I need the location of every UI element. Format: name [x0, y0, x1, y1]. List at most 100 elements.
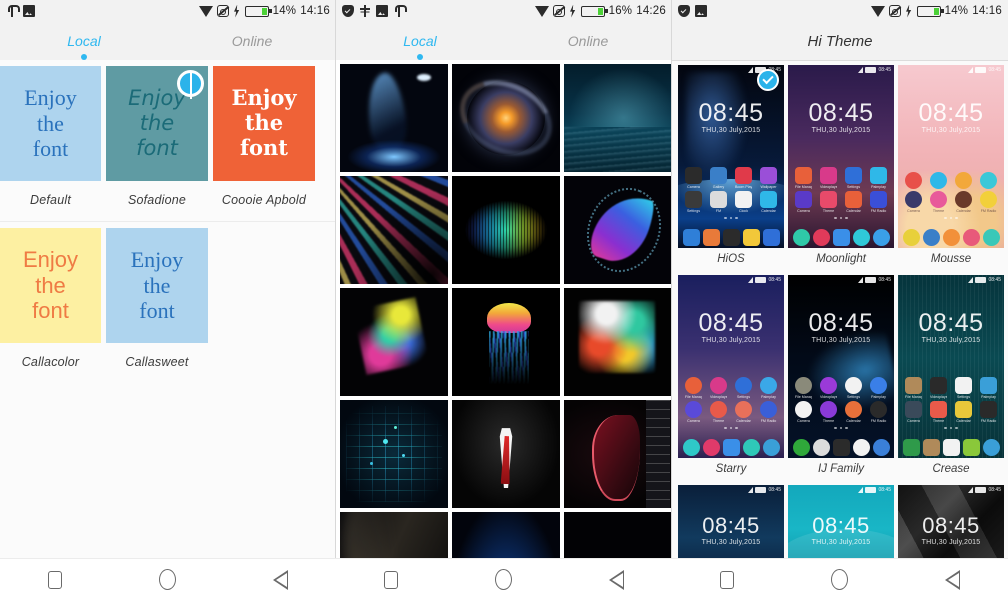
thumb-time: 08:45 — [988, 277, 1001, 283]
wallpaper-thumb-spiral-galaxy[interactable] — [452, 64, 560, 172]
app-icon-videoplayer — [930, 171, 947, 189]
dock-icon-contacts — [702, 229, 720, 246]
battery-icon — [580, 5, 608, 17]
thumb-status-bar: 08:45 — [748, 277, 781, 283]
app-icon-settings — [735, 376, 752, 394]
font-name-callasweet: Callasweet — [125, 355, 189, 369]
app-label: File Manager — [905, 394, 922, 399]
signal-icon — [968, 487, 974, 493]
font-label-row-1: Default Sofadione Coooie Apbold — [0, 181, 336, 221]
font-item-sofadione[interactable]: Enjoy the font — [106, 66, 208, 181]
app-icon-theme — [820, 400, 837, 418]
wallpaper-thumb-color-powder-splash[interactable] — [340, 288, 448, 396]
battery-icon — [755, 277, 767, 283]
page-indicator — [898, 216, 1004, 219]
theme-item-starry[interactable]: 08:45 08:45 THU,30 July,2015 File Manage… — [678, 275, 784, 481]
wallpaper-thumb-color-light-streaks[interactable] — [340, 176, 448, 284]
app-label: Videoplayer — [930, 394, 947, 399]
dock-icon-apps — [722, 229, 740, 246]
thumb-app-icons: File Manager Videoplayer Settings Palmpl… — [898, 376, 1004, 433]
wallpaper-thumb-black-suit-red-tie[interactable] — [452, 400, 560, 508]
theme-thumb-crease: 08:45 08:45 THU,30 July,2015 File Manage… — [898, 275, 1004, 458]
wallpaper-thumb-electric-guitar[interactable] — [564, 400, 672, 508]
tab-online[interactable]: Online — [168, 33, 336, 49]
back-icon[interactable] — [272, 569, 288, 590]
theme-item-crease[interactable]: 08:45 08:45 THU,30 July,2015 File Manage… — [898, 275, 1004, 481]
app-label: FM — [715, 208, 722, 213]
thumb-date: THU,30 July,2015 — [921, 127, 981, 134]
signal-icon — [748, 67, 754, 73]
dock-icon-messages — [962, 229, 980, 246]
font-label-row-2: Callacolor Callasweet — [0, 343, 336, 383]
wallpaper-thumb-circuit-board[interactable] — [340, 400, 448, 508]
app-label: Gallery — [712, 184, 725, 189]
app-label: Camera — [687, 184, 700, 189]
theme-thumb-hios: 08:45 08:45 THU,30 July,2015 Camera Gall… — [678, 65, 784, 248]
home-icon[interactable] — [830, 569, 848, 590]
font-item-default[interactable]: Enjoy the font — [0, 66, 101, 181]
app-label: Videoplayer — [820, 184, 837, 189]
font-item-coooie-apbold[interactable]: Enjoy the font — [213, 66, 315, 181]
wallpaper-thumb-neon-wing-particles[interactable] — [564, 176, 672, 284]
battery-icon — [975, 277, 987, 283]
font-preview-default: Enjoy the font — [0, 66, 101, 181]
app-icon-calendar — [845, 400, 862, 418]
tab-local[interactable]: Local — [336, 33, 504, 60]
app-icon-calendar — [845, 190, 862, 208]
app-label: Calendar — [761, 208, 776, 213]
theme-grid: 08:45 08:45 THU,30 July,2015 Camera Gall… — [672, 61, 1008, 573]
sample-line: font — [32, 298, 69, 324]
thumb-clock: 08:45 — [918, 99, 984, 127]
nav-bar-left — [0, 558, 336, 600]
app-label: File Manager — [795, 394, 812, 399]
page-indicator — [678, 426, 784, 429]
thumb-time: 08:45 — [878, 277, 891, 283]
recent-apps-icon[interactable] — [48, 570, 63, 589]
tab-local[interactable]: Local — [0, 33, 168, 60]
app-icon-settings — [955, 376, 972, 394]
tab-online[interactable]: Online — [504, 33, 672, 49]
back-icon[interactable] — [944, 569, 960, 590]
recent-apps-icon[interactable] — [720, 570, 735, 589]
wallpaper-grid — [336, 60, 672, 600]
sample-line: Enjoy — [24, 84, 77, 110]
theme-item-ij-family[interactable]: 08:45 08:45 THU,30 July,2015 File Manage… — [788, 275, 894, 481]
font-name-default: Default — [29, 193, 71, 207]
thumb-date: THU,30 July,2015 — [701, 337, 761, 344]
theme-item-mousse[interactable]: 08:45 08:45 THU,30 July,2015 Camera Them… — [898, 65, 1004, 271]
app-icon-theme — [710, 400, 727, 418]
app-icon-fm-radio — [760, 400, 777, 418]
status-icons-right: 16% 14:26 — [534, 4, 666, 18]
font-item-callasweet[interactable]: Enjoy the font — [106, 228, 208, 343]
panel-font-picker: 14% 14:16 Local Online Enjoy the font En… — [0, 0, 336, 600]
signal-icon — [858, 277, 864, 283]
app-icon-fm-radio — [980, 190, 997, 208]
thumb-date: THU,30 July,2015 — [921, 337, 981, 344]
app-icon-wallpaper — [760, 166, 777, 184]
theme-item-moonlight[interactable]: 08:45 08:45 THU,30 July,2015 File Manage… — [788, 65, 894, 271]
thumb-clock: 08:45 — [702, 513, 760, 538]
shield-icon — [342, 5, 354, 17]
app-icon-theme — [930, 190, 947, 208]
app-label: File Manager — [795, 184, 812, 189]
theme-item-hios[interactable]: 08:45 08:45 THU,30 July,2015 Camera Gall… — [678, 65, 784, 271]
three-panel-screenshot: 14% 14:16 Local Online Enjoy the font En… — [0, 0, 1008, 600]
home-icon[interactable] — [494, 569, 512, 590]
wallpaper-thumb-rainbow-spectrum[interactable] — [452, 176, 560, 284]
wallpaper-thumb-dark-ocean-night[interactable] — [564, 64, 672, 172]
wallpaper-thumb-neon-jellyfish[interactable] — [452, 288, 560, 396]
wallpaper-thumb-blue-nebula-swirl[interactable] — [340, 64, 448, 172]
wallpaper-thumb-color-powder-burst[interactable] — [564, 288, 672, 396]
signal-icon — [968, 277, 974, 283]
font-row-2: Enjoy the font Enjoy the font — [0, 222, 336, 343]
home-icon[interactable] — [158, 569, 176, 590]
thumb-date: THU,30 July,2015 — [811, 337, 871, 344]
dock-icon-apps — [832, 229, 850, 246]
font-item-callacolor[interactable]: Enjoy the font — [0, 228, 101, 343]
app-icon-videoplayer — [820, 376, 837, 394]
thumb-date: THU,30 July,2015 — [921, 539, 981, 546]
recent-apps-icon[interactable] — [384, 570, 399, 589]
clock-text: 14:26 — [636, 5, 666, 17]
thumb-time: 08:45 — [768, 277, 781, 283]
back-icon[interactable] — [608, 569, 624, 590]
